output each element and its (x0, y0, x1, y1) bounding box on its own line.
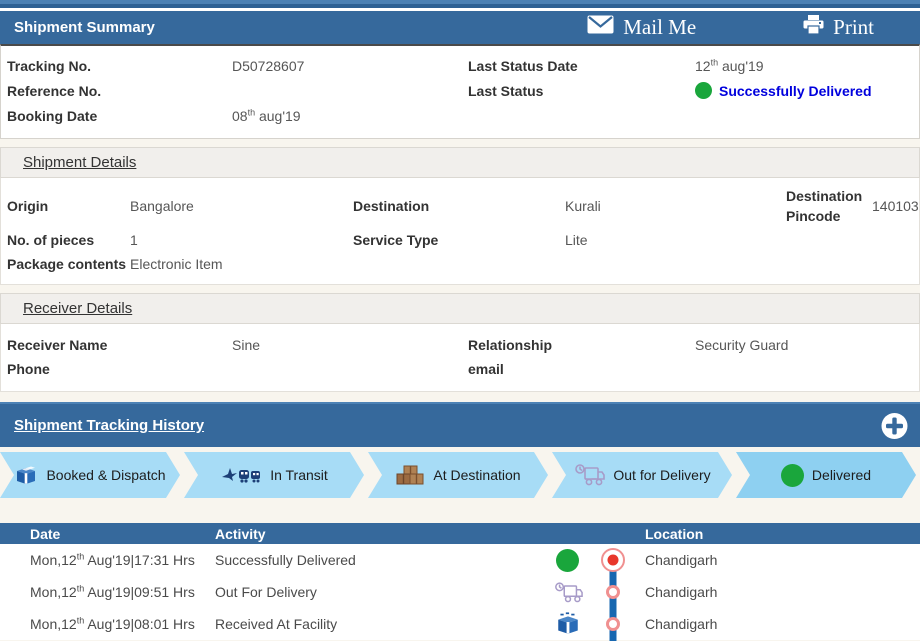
last-status-value: Successfully Delivered (695, 78, 919, 103)
truck-icon (573, 463, 605, 487)
event-location: Chandigarh (645, 584, 718, 600)
receiver-details-title[interactable]: Receiver Details (23, 300, 132, 317)
timeline-node-past (595, 607, 630, 641)
email-label: email (468, 361, 504, 377)
receiver-name-label: Receiver Name (7, 337, 108, 353)
last-status-label: Last Status (468, 82, 544, 99)
last-status-link[interactable]: Successfully Delivered (719, 83, 872, 99)
printer-icon (803, 14, 824, 41)
booking-date-label: Booking Date (7, 107, 98, 124)
booking-date-value: 08th aug'19 (232, 106, 301, 124)
event-activity: Received At Facility (215, 616, 338, 632)
stage-at-destination: At Destination (368, 452, 548, 498)
package-contents-label: Package contents (7, 256, 127, 272)
shipment-summary-header: Shipment Summary Mail Me Print (0, 11, 920, 44)
relationship-value: Security Guard (695, 337, 789, 353)
event-date: Mon,12th Aug'19|09:51 Hrs (30, 583, 195, 600)
reference-no-label: Reference No. (7, 82, 102, 99)
top-border-strip (0, 0, 920, 8)
event-activity: Out For Delivery (215, 584, 317, 600)
last-status-date-value: 12th aug'19 (695, 56, 764, 74)
table-row: Mon,12th Aug'19|08:01 Hrs Received At Fa… (0, 607, 920, 641)
destination-pincode-label: Destination Pincode (786, 187, 863, 224)
destination-value: Kurali (565, 198, 601, 214)
destination-pincode-value: 140103 (872, 198, 919, 214)
delivered-status-icon (695, 82, 712, 99)
email-value (695, 357, 919, 381)
receiver-name-value: Sine (232, 337, 261, 353)
tracking-history-header: Shipment Tracking History (0, 402, 920, 447)
origin-value: Bangalore (130, 198, 194, 214)
stage-delivered: Delivered (736, 452, 916, 498)
shipment-summary-section: Tracking No. D50728607 Last Status Date … (0, 44, 920, 139)
stage-in-transit: In Transit (184, 452, 364, 498)
pieces-label: No. of pieces (7, 232, 95, 248)
relationship-label: Relationship (468, 337, 553, 353)
mail-me-button[interactable]: Mail Me (581, 14, 702, 41)
print-button[interactable]: Print (797, 14, 880, 42)
service-type-value: Lite (565, 232, 588, 248)
truck-icon (540, 581, 595, 604)
boxes-icon (395, 464, 425, 486)
tracking-history-table: Date Activity Location Mon,12th Aug'19|1… (0, 523, 920, 641)
shipment-details-title[interactable]: Shipment Details (23, 154, 136, 171)
pieces-value: 1 (130, 232, 138, 248)
package-icon (540, 612, 595, 636)
table-row: Mon,12th Aug'19|09:51 Hrs Out For Delive… (0, 575, 920, 609)
table-header-row: Date Activity Location (0, 523, 920, 544)
stage-out-for-delivery: Out for Delivery (552, 452, 732, 498)
shipment-details-header: Shipment Details (0, 147, 920, 178)
phone-value (232, 357, 462, 381)
event-date: Mon,12th Aug'19|17:31 Hrs (30, 551, 195, 568)
event-date: Mon,12th Aug'19|08:01 Hrs (30, 615, 195, 632)
stage-booked-dispatch: Booked & Dispatch (0, 452, 180, 498)
col-activity: Activity (215, 525, 266, 542)
service-type-label: Service Type (353, 232, 439, 248)
col-date: Date (30, 525, 61, 542)
timeline-node-past (595, 575, 630, 609)
expand-history-button[interactable] (881, 412, 908, 439)
green-dot-icon (781, 464, 804, 487)
last-status-date-label: Last Status Date (468, 57, 578, 74)
green-dot-icon (540, 548, 595, 572)
package-contents-value: Electronic Item (130, 256, 223, 272)
origin-label: Origin (7, 198, 49, 214)
page-title: Shipment Summary (14, 19, 155, 36)
event-location: Chandigarh (645, 552, 718, 568)
plus-icon (881, 412, 908, 442)
table-row: Mon,12th Aug'19|17:31 Hrs Successfully D… (0, 544, 920, 577)
tracking-no-value: D50728607 (232, 57, 305, 74)
destination-label: Destination (353, 198, 430, 214)
package-icon (14, 464, 38, 486)
transit-icon (220, 465, 262, 485)
timeline-node-current (595, 544, 630, 577)
receiver-details-header: Receiver Details (0, 293, 920, 324)
tracking-progress-bar: Booked & Dispatch In Transit At Destinat… (0, 452, 920, 498)
event-activity: Successfully Delivered (215, 552, 356, 568)
event-location: Chandigarh (645, 616, 718, 632)
col-location: Location (645, 525, 704, 542)
envelope-icon (587, 15, 614, 40)
receiver-details-section: Receiver Details Receiver Name Sine Rela… (0, 293, 920, 392)
header-actions: Mail Me Print (581, 14, 880, 42)
tracking-no-label: Tracking No. (7, 57, 92, 74)
reference-no-value (232, 78, 462, 103)
phone-label: Phone (7, 361, 50, 377)
tracking-history-title[interactable]: Shipment Tracking History (14, 417, 204, 434)
shipment-details-section: Shipment Details Origin Bangalore Destin… (0, 147, 920, 285)
